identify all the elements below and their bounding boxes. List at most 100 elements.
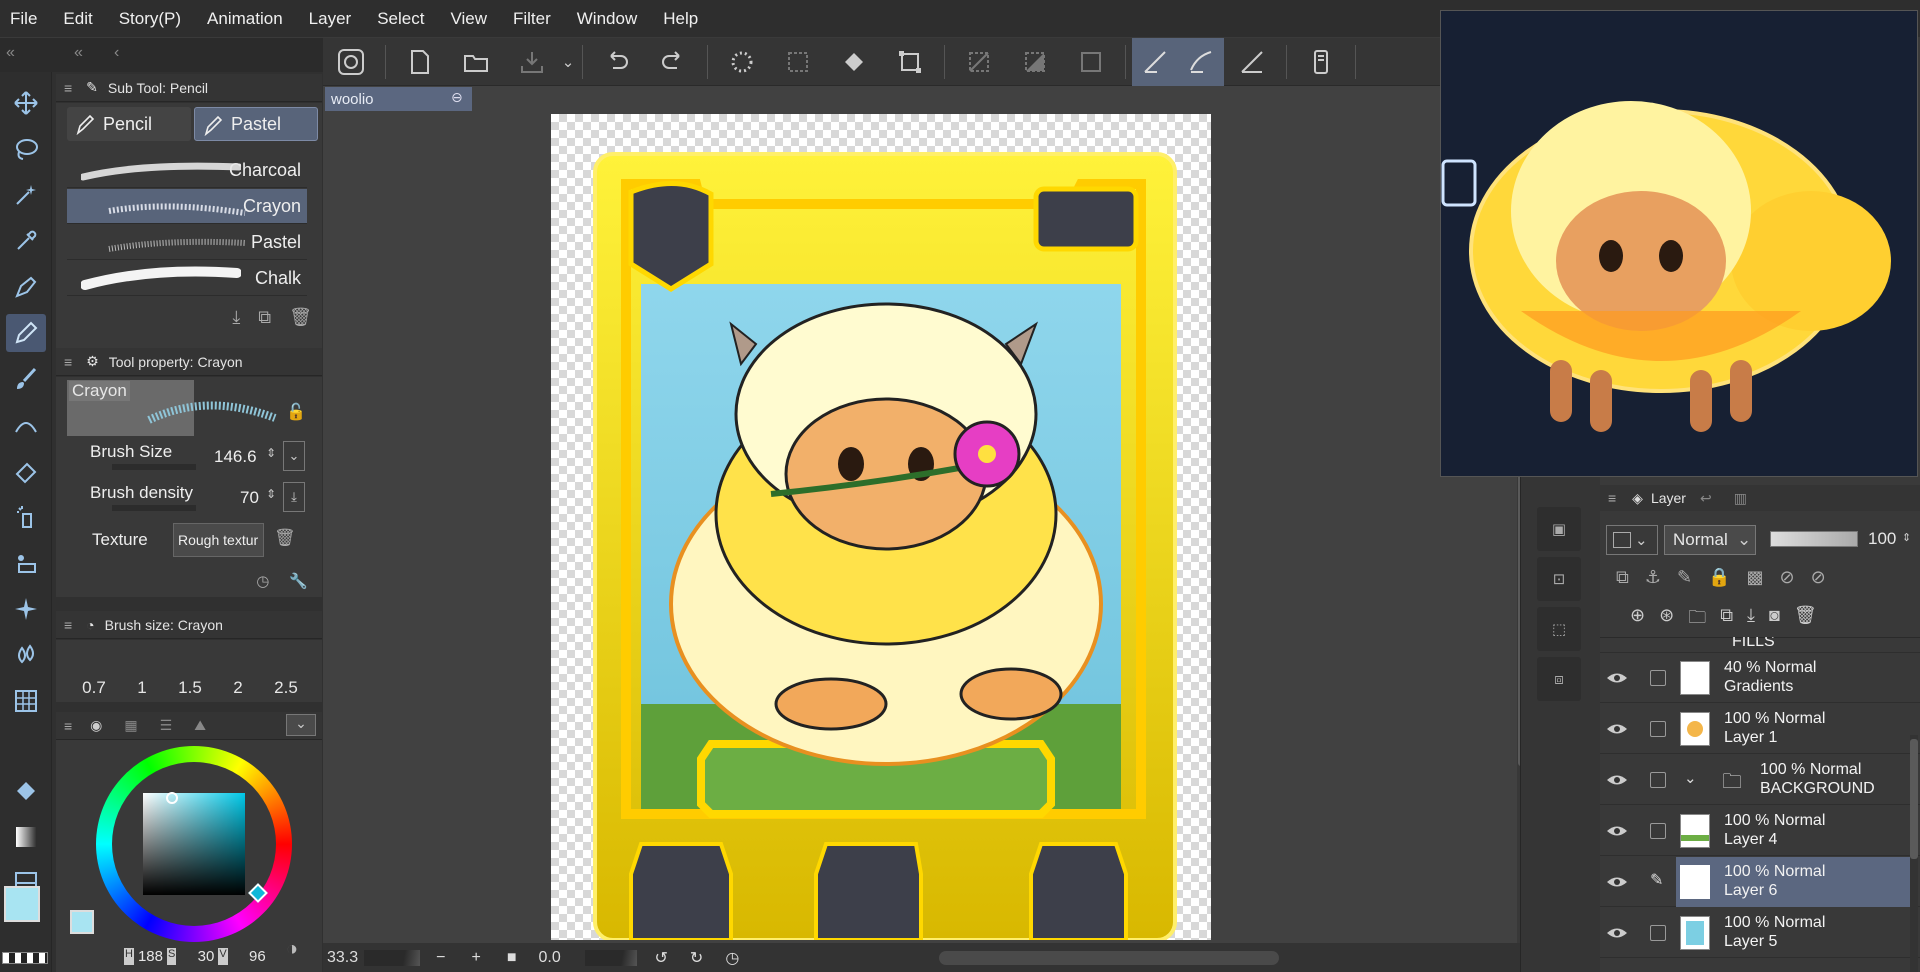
blend-mode-select[interactable]: Normal ⌄ bbox=[1664, 525, 1756, 555]
open-folder-icon[interactable] bbox=[459, 45, 493, 79]
menu-view[interactable]: View bbox=[450, 9, 487, 29]
transform-icon[interactable] bbox=[893, 45, 927, 79]
fill-tool-button[interactable] bbox=[6, 772, 46, 810]
panel-dropdown-icon[interactable]: ⌄ bbox=[286, 714, 316, 736]
eraser-tool-button[interactable] bbox=[6, 452, 46, 490]
rotate-left-icon[interactable]: ↺ bbox=[655, 948, 668, 968]
chevron-left-icon[interactable]: ‹ bbox=[114, 44, 119, 62]
zoom-value[interactable]: 33.3 bbox=[327, 949, 358, 967]
color-history-icon[interactable]: ◑ bbox=[286, 938, 298, 961]
mini-main-color[interactable] bbox=[70, 910, 94, 934]
new-file-icon[interactable] bbox=[403, 45, 437, 79]
snap-special-ruler-icon[interactable] bbox=[1178, 37, 1224, 86]
brush-item-crayon[interactable]: Crayon bbox=[67, 189, 307, 224]
brush-density-spinner[interactable]: ⇕ bbox=[266, 487, 276, 501]
panel-menu-icon[interactable]: ≡ bbox=[64, 617, 72, 633]
ruler-tool-button[interactable] bbox=[6, 682, 46, 720]
folder-expand-chevron-icon[interactable]: ⌄ bbox=[1684, 769, 1697, 787]
tab-pastel[interactable]: Pastel bbox=[194, 107, 318, 141]
canvas-document[interactable] bbox=[551, 114, 1211, 942]
eyedropper-tool-button[interactable] bbox=[6, 222, 46, 260]
rotation-slider[interactable] bbox=[584, 949, 637, 966]
layer-search-icon[interactable]: ⊡ bbox=[1537, 557, 1581, 601]
reset-rotation-icon[interactable]: ◷ bbox=[725, 948, 739, 968]
reset-icon[interactable]: ◷ bbox=[256, 572, 269, 590]
sparkle-tool-button[interactable] bbox=[6, 590, 46, 628]
brush-size-value[interactable]: 146.6 bbox=[214, 447, 257, 467]
canvas-area[interactable] bbox=[323, 86, 1520, 943]
device-settings-icon[interactable] bbox=[1304, 45, 1338, 79]
color-slider-tab-icon[interactable]: ☰ bbox=[160, 717, 173, 734]
saturation-value-square[interactable] bbox=[143, 793, 245, 895]
snap-grid-icon[interactable] bbox=[1235, 45, 1269, 79]
transparent-color-swatch[interactable] bbox=[2, 952, 48, 964]
density-pressure-icon[interactable]: ⤓ bbox=[283, 482, 305, 512]
animation-tab-icon[interactable]: ▥ bbox=[1734, 490, 1747, 507]
fill-icon[interactable] bbox=[837, 45, 871, 79]
ruler-toggle-icon[interactable]: ⊘ bbox=[1811, 567, 1826, 588]
undo-icon[interactable] bbox=[600, 45, 634, 79]
lasso-tool-button[interactable] bbox=[6, 130, 46, 168]
clip-icon[interactable]: ⧉ bbox=[1616, 567, 1629, 588]
pressure-toggle-icon[interactable]: ⌄ bbox=[283, 441, 305, 471]
visibility-eye-icon[interactable] bbox=[1606, 872, 1628, 892]
menu-edit[interactable]: Edit bbox=[63, 9, 92, 29]
save-dropdown-icon[interactable]: ⌄ bbox=[560, 45, 576, 79]
layer-select-checkbox[interactable] bbox=[1650, 772, 1666, 788]
redo-icon[interactable] bbox=[656, 45, 690, 79]
brush-item-chalk[interactable]: Chalk bbox=[67, 261, 307, 296]
color-wheel-tab-icon[interactable]: ◉ bbox=[90, 717, 102, 734]
visibility-eye-icon[interactable] bbox=[1606, 719, 1628, 739]
color-mixing-tab-icon[interactable]: ⛰ bbox=[194, 717, 206, 734]
menu-story[interactable]: Story(P) bbox=[119, 9, 181, 29]
opacity-slider[interactable] bbox=[1770, 531, 1858, 547]
invert-selection-icon[interactable] bbox=[1018, 45, 1052, 79]
fit-view-icon[interactable]: ■ bbox=[507, 949, 517, 967]
tab-pencil[interactable]: Pencil bbox=[67, 107, 191, 141]
reference-layer-icon[interactable]: ⚓ bbox=[1645, 567, 1661, 588]
layer-row-layer-4[interactable]: 100 % Normal Layer 4 bbox=[1600, 806, 1920, 856]
size-preset[interactable]: 2.5 bbox=[262, 678, 310, 698]
menu-filter[interactable]: Filter bbox=[513, 9, 551, 29]
brush-item-charcoal[interactable]: Charcoal bbox=[67, 153, 307, 188]
gradient-tool-button[interactable] bbox=[6, 818, 46, 856]
document-tab-close-icon[interactable]: ⊖ bbox=[451, 89, 463, 106]
visibility-eye-icon[interactable] bbox=[1606, 770, 1628, 790]
move-tool-button[interactable] bbox=[6, 84, 46, 122]
rotation-value[interactable]: 0.0 bbox=[539, 949, 585, 967]
collapse-left-icon[interactable]: « bbox=[6, 44, 15, 62]
new-folder-icon[interactable]: 🗀 bbox=[1688, 605, 1706, 635]
color-picker-cursor[interactable] bbox=[166, 792, 178, 804]
layer-row-layer-1[interactable]: 100 % Normal Layer 1 bbox=[1600, 704, 1920, 754]
brush-density-slider[interactable] bbox=[112, 505, 196, 511]
merge-down-icon[interactable]: ⤓ bbox=[1747, 605, 1755, 635]
delete-subtool-icon[interactable]: 🗑 bbox=[289, 307, 312, 328]
save-icon[interactable] bbox=[515, 45, 549, 79]
layer-scroll-thumb[interactable] bbox=[1910, 739, 1918, 859]
layer-property-icon[interactable]: ▣ bbox=[1537, 507, 1581, 551]
pencil-tool-button[interactable] bbox=[6, 314, 46, 352]
snap-ruler-icon[interactable] bbox=[1132, 37, 1178, 86]
menu-help[interactable]: Help bbox=[663, 9, 698, 29]
draft-icon[interactable]: ✎ bbox=[1677, 567, 1692, 588]
brush-size-slider[interactable] bbox=[112, 464, 196, 470]
brush-tool-button[interactable] bbox=[6, 360, 46, 398]
layer-color-select[interactable]: ⌄ bbox=[1606, 525, 1658, 555]
mask-toggle-icon[interactable]: ⊘ bbox=[1780, 567, 1795, 588]
document-tab[interactable]: woolio ⊖ bbox=[325, 87, 472, 111]
collapse-panel-icon[interactable]: « bbox=[74, 44, 83, 62]
settings-wrench-icon[interactable]: 🔧 bbox=[289, 572, 308, 590]
panel-menu-icon[interactable]: ≡ bbox=[1608, 490, 1616, 506]
menu-window[interactable]: Window bbox=[577, 9, 637, 29]
delete-layer-icon[interactable]: 🗑 bbox=[1794, 605, 1817, 635]
material-icon[interactable]: ⬚ bbox=[1537, 607, 1581, 651]
figure-tool-button[interactable] bbox=[6, 406, 46, 444]
magic-wand-tool-button[interactable] bbox=[6, 176, 46, 214]
duplicate-subtool-icon[interactable]: ⧉ bbox=[258, 307, 271, 328]
app-logo-icon[interactable] bbox=[334, 45, 368, 79]
layer-select-checkbox[interactable] bbox=[1650, 670, 1666, 686]
decoration-tool-button[interactable] bbox=[6, 544, 46, 582]
layer-select-checkbox[interactable] bbox=[1650, 823, 1666, 839]
pen-tool-button[interactable] bbox=[6, 268, 46, 306]
zoom-in-icon[interactable]: + bbox=[471, 949, 480, 967]
